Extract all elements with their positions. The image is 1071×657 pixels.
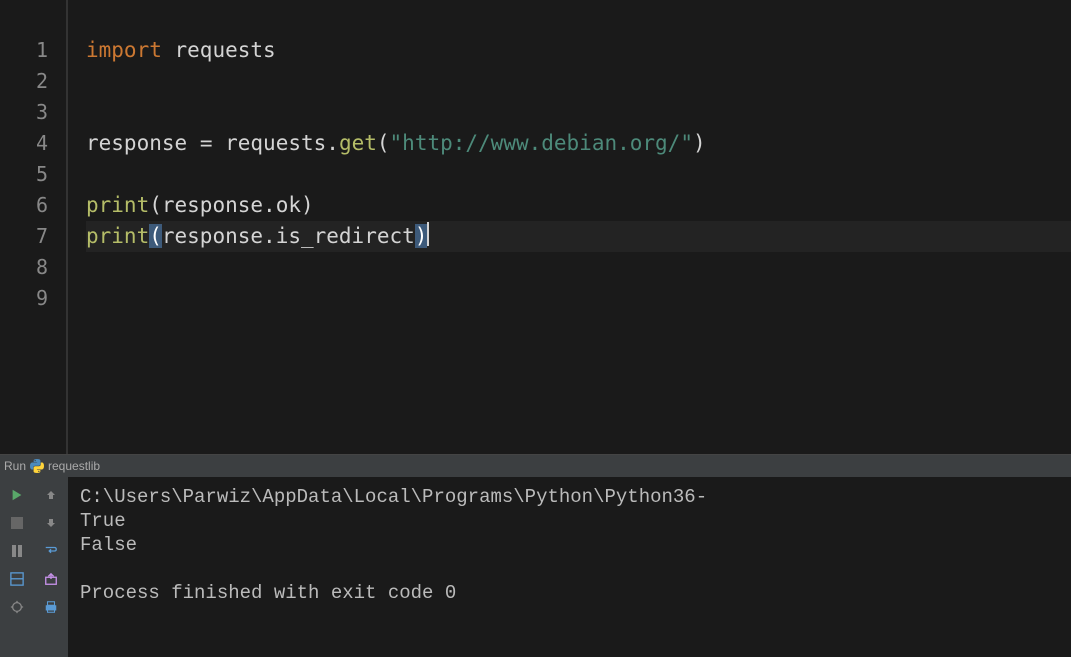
property: is_redirect: [276, 224, 415, 248]
paren-close: ): [301, 193, 314, 217]
console-line: False: [80, 534, 137, 556]
line-number: 6: [0, 190, 48, 221]
code-line[interactable]: response = requests.get("http://www.debi…: [86, 128, 1071, 159]
run-panel-label: Run: [4, 459, 26, 473]
variable: response: [162, 224, 263, 248]
line-number: 3: [0, 97, 48, 128]
code-line[interactable]: [86, 252, 1071, 283]
module-ref: requests: [225, 131, 326, 155]
console-line: C:\Users\Parwiz\AppData\Local\Programs\P…: [80, 486, 707, 508]
builtin-function: print: [86, 224, 149, 248]
text-cursor: [427, 222, 429, 246]
line-number: 2: [0, 66, 48, 97]
property: ok: [276, 193, 301, 217]
code-line-current[interactable]: print(response.is_redirect): [86, 221, 1071, 252]
code-line[interactable]: [86, 159, 1071, 190]
print-button[interactable]: [39, 595, 63, 619]
whitespace: [212, 131, 225, 155]
whitespace: [187, 131, 200, 155]
variable: response: [86, 131, 187, 155]
operator: =: [200, 131, 213, 155]
line-number: 8: [0, 252, 48, 283]
stop-button[interactable]: [5, 511, 29, 535]
line-number: 9: [0, 283, 48, 314]
layout-button[interactable]: [5, 567, 29, 591]
function-call: get: [339, 131, 377, 155]
dot: .: [326, 131, 339, 155]
line-number: 4: [0, 128, 48, 159]
line-number: 1: [0, 35, 48, 66]
module-name: requests: [175, 38, 276, 62]
keyword: import: [86, 38, 162, 62]
paren-open: (: [377, 131, 390, 155]
editor-area: 1 2 3 4 5 6 7 8 9 import requests respon…: [0, 0, 1071, 454]
variable: response: [162, 193, 263, 217]
paren-open-matched: (: [149, 224, 162, 248]
run-script-name: requestlib: [48, 459, 100, 473]
scroll-up-button[interactable]: [39, 483, 63, 507]
debug-button[interactable]: [5, 595, 29, 619]
code-line[interactable]: [86, 97, 1071, 128]
wrap-button[interactable]: [39, 539, 63, 563]
code-line[interactable]: [86, 66, 1071, 97]
code-line[interactable]: [86, 283, 1071, 314]
line-number: 7: [0, 221, 48, 252]
pause-button[interactable]: [5, 539, 29, 563]
rerun-button[interactable]: [5, 483, 29, 507]
string-literal: "http://www.debian.org/": [390, 131, 693, 155]
console-line: True: [80, 510, 126, 532]
dot: .: [263, 224, 276, 248]
code-editor[interactable]: import requests response = requests.get(…: [68, 0, 1071, 454]
export-button[interactable]: [39, 567, 63, 591]
whitespace: [162, 38, 175, 62]
paren-open: (: [149, 193, 162, 217]
dot: .: [263, 193, 276, 217]
paren-close: ): [693, 131, 706, 155]
run-toolbar-left: [0, 477, 34, 657]
paren-close-matched: ): [415, 224, 428, 248]
scroll-down-button[interactable]: [39, 511, 63, 535]
line-number: 5: [0, 159, 48, 190]
run-body: C:\Users\Parwiz\AppData\Local\Programs\P…: [0, 477, 1071, 657]
code-line[interactable]: import requests: [86, 35, 1071, 66]
line-number-gutter: 1 2 3 4 5 6 7 8 9: [0, 0, 68, 454]
python-icon: [30, 459, 44, 473]
run-toolbar-right: [34, 477, 68, 657]
console-line: Process finished with exit code 0: [80, 582, 456, 604]
run-tool-window: Run requestlib: [0, 454, 1071, 657]
code-line[interactable]: print(response.ok): [86, 190, 1071, 221]
builtin-function: print: [86, 193, 149, 217]
console-output[interactable]: C:\Users\Parwiz\AppData\Local\Programs\P…: [68, 477, 1071, 657]
run-header: Run requestlib: [0, 455, 1071, 477]
